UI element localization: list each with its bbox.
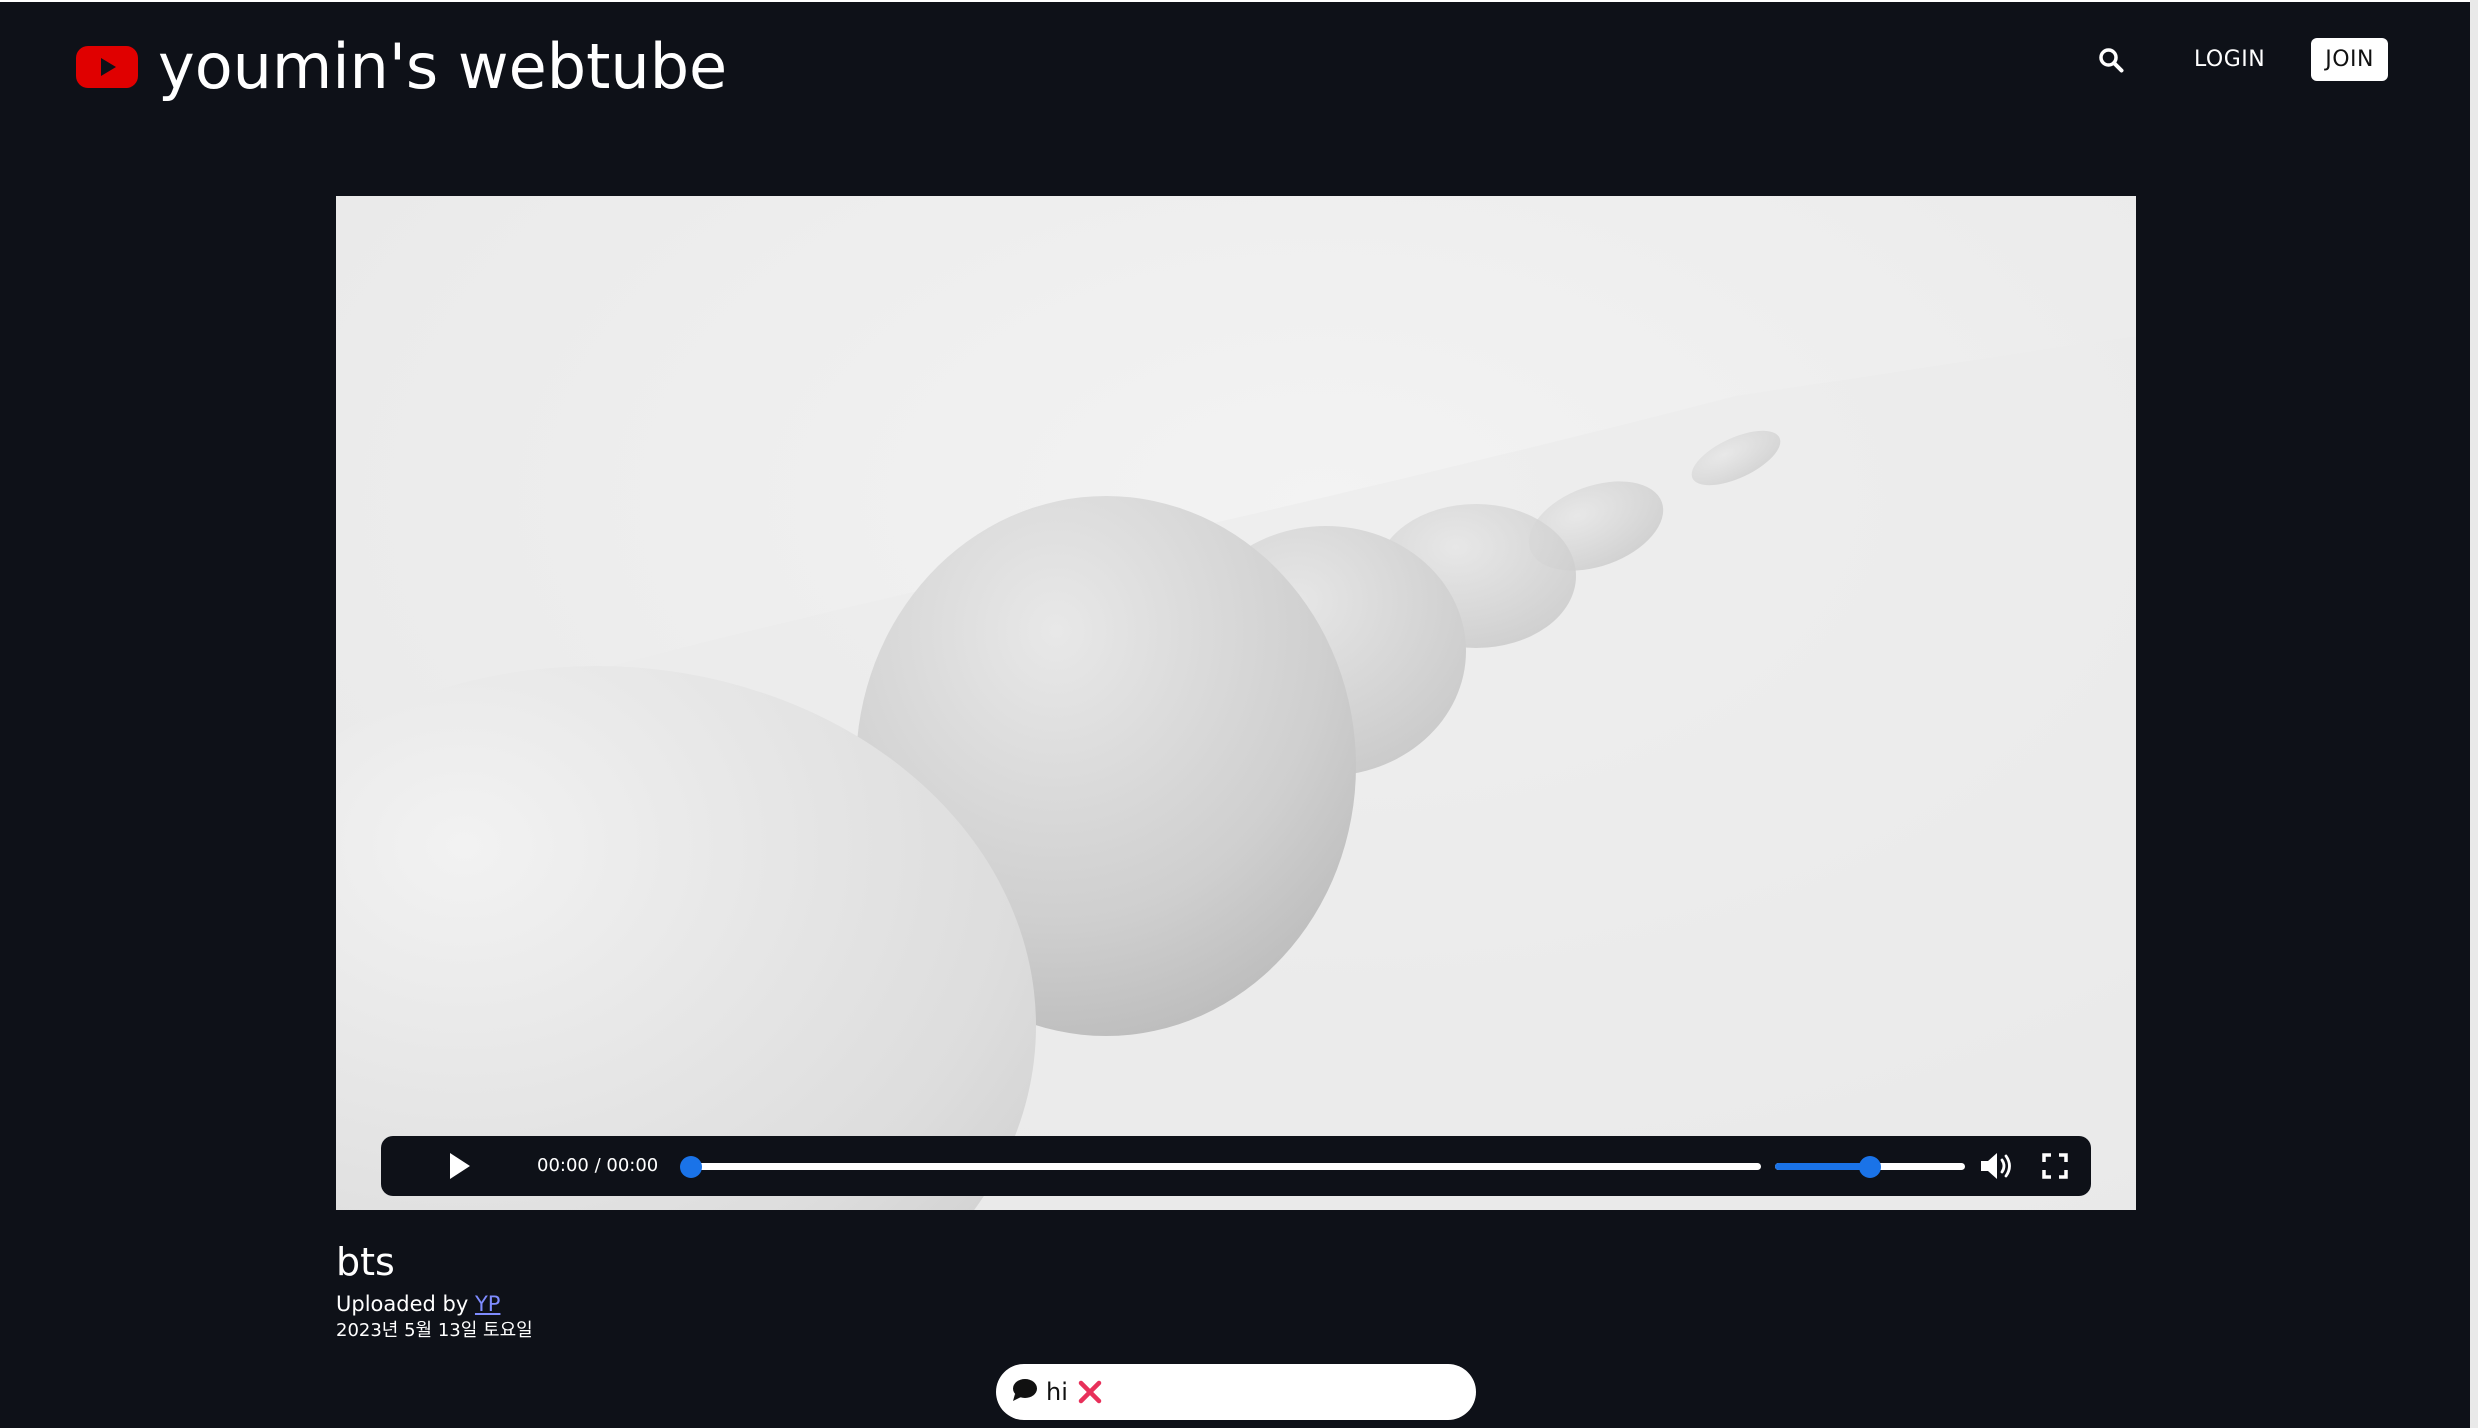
video-controls: 00:00 / 00:00 [381, 1136, 2091, 1196]
timeline-thumb[interactable] [680, 1156, 702, 1178]
video-player[interactable]: 00:00 / 00:00 [336, 196, 2136, 1210]
uploader-line: Uploaded by YP [336, 1290, 533, 1318]
home-link[interactable]: youmin's webtube [76, 30, 727, 103]
delete-x-icon[interactable] [1076, 1378, 1104, 1406]
timeline-slider[interactable] [680, 1156, 1761, 1178]
uploader-link[interactable]: YP [475, 1292, 501, 1316]
youtube-logo-icon [76, 44, 138, 90]
login-link[interactable]: LOGIN [2194, 47, 2265, 72]
page: youmin's webtube LOGIN JOIN 00:00 / 00:0… [0, 0, 2478, 1428]
comment-text: hi [1046, 1378, 1068, 1406]
video-title: bts [336, 1240, 395, 1284]
site-title: youmin's webtube [158, 30, 728, 103]
volume-slider[interactable] [1775, 1156, 1965, 1178]
uploaded-by-label: Uploaded by [336, 1292, 475, 1316]
volume-icon[interactable] [1979, 1149, 2017, 1183]
volume-thumb[interactable] [1859, 1156, 1881, 1178]
fullscreen-icon[interactable] [2041, 1152, 2069, 1180]
scrollbar[interactable] [2470, 0, 2478, 1428]
site-header: youmin's webtube LOGIN JOIN [0, 0, 2470, 130]
comment-item: hi [996, 1364, 1476, 1420]
join-button[interactable]: JOIN [2311, 38, 2388, 81]
search-icon[interactable] [2094, 43, 2128, 77]
time-display: 00:00 / 00:00 [537, 1155, 659, 1176]
upload-date: 2023년 5월 13일 토요일 [336, 1320, 533, 1341]
comment-icon [1012, 1378, 1038, 1407]
video-info: bts Uploaded by YP 2023년 5월 13일 토요일 [336, 1240, 533, 1344]
video-frame [336, 196, 2136, 1210]
play-icon[interactable] [443, 1150, 475, 1182]
header-actions: LOGIN JOIN [2094, 38, 2388, 81]
